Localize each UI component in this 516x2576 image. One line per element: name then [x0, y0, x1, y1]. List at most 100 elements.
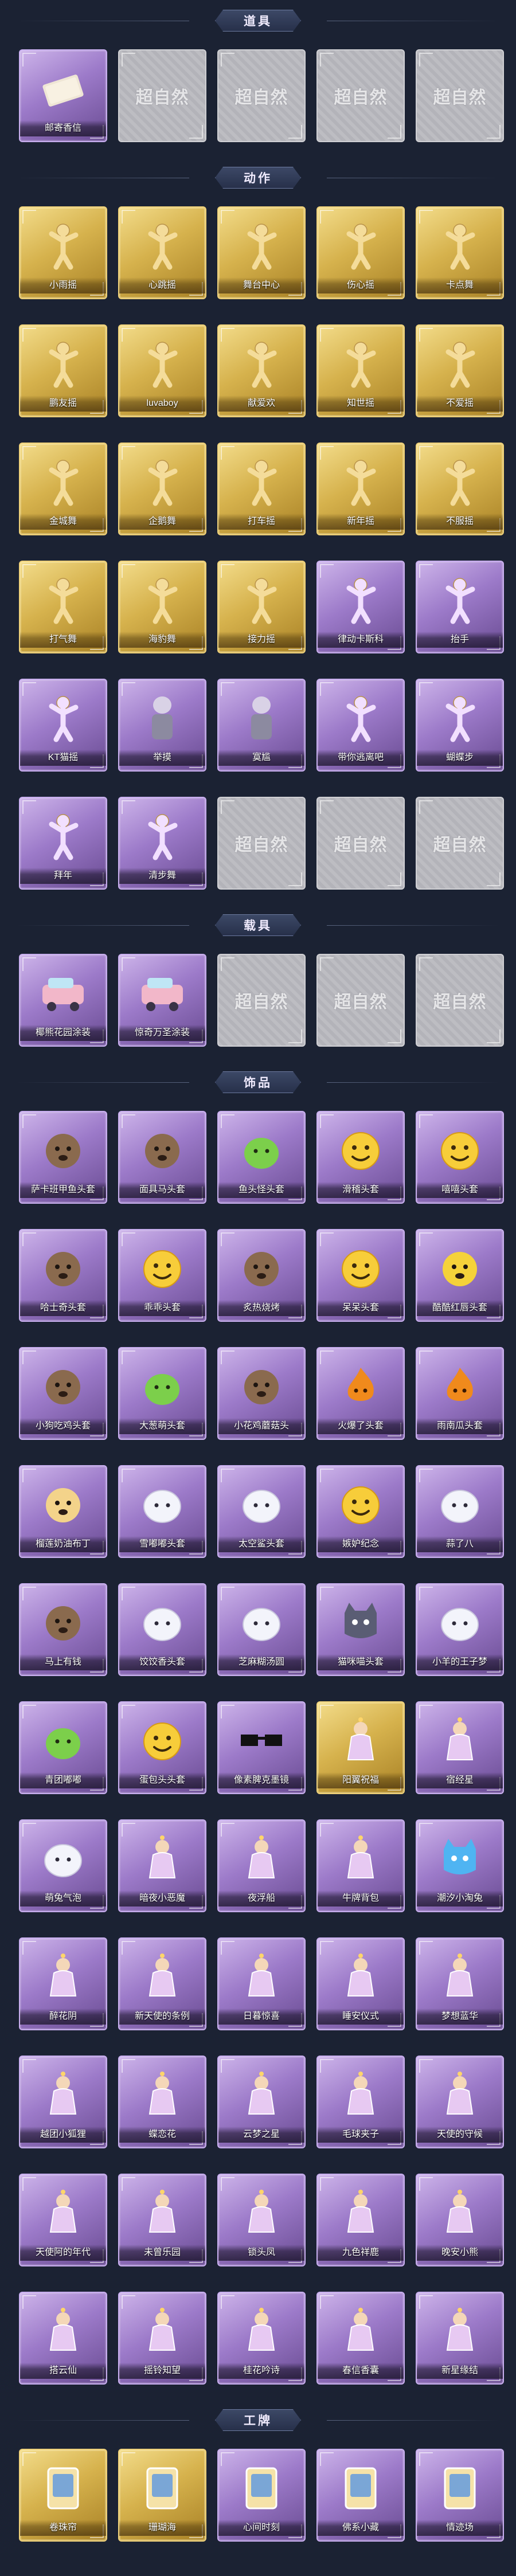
item-card[interactable]: 海豹舞 [118, 561, 206, 653]
item-card[interactable]: 小狗吃鸡头套 [19, 1347, 107, 1440]
item-card[interactable]: 锁头凤 [217, 2174, 306, 2266]
item-card[interactable]: 酷酷红唇头套 [416, 1229, 504, 1322]
item-card[interactable]: 未曾乐园 [118, 2174, 206, 2266]
item-card[interactable]: 小羊的王子梦 [416, 1583, 504, 1676]
item-card[interactable]: 萌兔气泡 [19, 1819, 107, 1912]
item-card[interactable]: 卷珠帘 [19, 2449, 107, 2542]
item-card[interactable]: 夜浮船 [217, 1819, 306, 1912]
item-card[interactable]: 金城舞 [19, 443, 107, 535]
item-card[interactable]: 邮寄香信 [19, 49, 107, 142]
item-card[interactable]: 小雨摇 [19, 206, 107, 299]
item-card[interactable]: 超自然 [416, 797, 504, 890]
item-card[interactable]: 超自然 [217, 954, 306, 1047]
item-card[interactable]: 睡安仪式 [316, 1937, 405, 2030]
item-card[interactable]: 日暮惊喜 [217, 1937, 306, 2030]
item-card[interactable]: 九色祥鹿 [316, 2174, 405, 2266]
item-card[interactable]: 天使的守候 [416, 2056, 504, 2148]
item-card[interactable]: 带你逃离吧 [316, 679, 405, 772]
item-card[interactable]: 滑稽头套 [316, 1111, 405, 1204]
item-card[interactable]: 像素脾克墨镜 [217, 1701, 306, 1794]
item-card[interactable]: 新星缘结 [416, 2292, 504, 2385]
item-card[interactable]: 春信香囊 [316, 2292, 405, 2385]
item-card[interactable]: 云梦之星 [217, 2056, 306, 2148]
item-card[interactable]: 情迹场 [416, 2449, 504, 2542]
item-card[interactable]: 太空鲨头套 [217, 1465, 306, 1558]
item-card[interactable]: 雨南瓜头套 [416, 1347, 504, 1440]
item-card[interactable]: 饺饺香头套 [118, 1583, 206, 1676]
item-card[interactable]: 小花鸡蘑菇头 [217, 1347, 306, 1440]
item-card[interactable]: 佛系小藏 [316, 2449, 405, 2542]
item-card[interactable]: 企鹅舞 [118, 443, 206, 535]
item-card[interactable]: 举摸 [118, 679, 206, 772]
item-card[interactable]: 乖乖头套 [118, 1229, 206, 1322]
item-card[interactable]: 椰熊花园涂装 [19, 954, 107, 1047]
item-card[interactable]: 超自然 [316, 49, 405, 142]
item-card[interactable]: 鱼头怪头套 [217, 1111, 306, 1204]
item-card[interactable]: 新年摇 [316, 443, 405, 535]
item-card[interactable]: 毛球夹子 [316, 2056, 405, 2148]
item-card[interactable]: 蝴蝶步 [416, 679, 504, 772]
item-card[interactable]: 珊瑚海 [118, 2449, 206, 2542]
item-card[interactable]: 摇铃知望 [118, 2292, 206, 2385]
item-card[interactable]: 蒜了八 [416, 1465, 504, 1558]
item-card[interactable]: 新天使的条例 [118, 1937, 206, 2030]
item-card[interactable]: 宿经星 [416, 1701, 504, 1794]
item-card[interactable]: 面具马头套 [118, 1111, 206, 1204]
item-card[interactable]: 超自然 [118, 49, 206, 142]
item-card[interactable]: 卡点舞 [416, 206, 504, 299]
item-card[interactable]: 越团小狐狸 [19, 2056, 107, 2148]
item-card[interactable]: 哈士奇头套 [19, 1229, 107, 1322]
item-card[interactable]: luvaboy [118, 324, 206, 417]
item-card[interactable]: KT猫摇 [19, 679, 107, 772]
item-card[interactable]: 律动卡斯科 [316, 561, 405, 653]
item-card[interactable]: 超自然 [316, 954, 405, 1047]
item-card[interactable]: 火爆了头套 [316, 1347, 405, 1440]
item-card[interactable]: 桂花吟诗 [217, 2292, 306, 2385]
item-card[interactable]: 超自然 [217, 797, 306, 890]
item-card[interactable]: 暗夜小恶魔 [118, 1819, 206, 1912]
item-card[interactable]: 呆呆头套 [316, 1229, 405, 1322]
item-card[interactable]: 芝麻糊汤圆 [217, 1583, 306, 1676]
item-card[interactable]: 牛牌背包 [316, 1819, 405, 1912]
item-card[interactable]: 知世摇 [316, 324, 405, 417]
item-card[interactable]: 伤心摇 [316, 206, 405, 299]
item-card[interactable]: 超自然 [416, 49, 504, 142]
item-card[interactable]: 炙热烧烤 [217, 1229, 306, 1322]
item-card[interactable]: 梦想蓝华 [416, 1937, 504, 2030]
item-card[interactable]: 心跳摇 [118, 206, 206, 299]
item-card[interactable]: 接力摇 [217, 561, 306, 653]
item-card[interactable]: 蝶恋花 [118, 2056, 206, 2148]
item-card[interactable]: 寞尴 [217, 679, 306, 772]
item-card[interactable]: 嫉妒纪念 [316, 1465, 405, 1558]
item-card[interactable]: 榴莲奶油布丁 [19, 1465, 107, 1558]
item-card[interactable]: 不服摇 [416, 443, 504, 535]
item-card[interactable]: 猫咪喵头套 [316, 1583, 405, 1676]
item-card[interactable]: 打车摇 [217, 443, 306, 535]
item-card[interactable]: 嘻嘻头套 [416, 1111, 504, 1204]
item-card[interactable]: 拜年 [19, 797, 107, 890]
item-card[interactable]: 不爱摇 [416, 324, 504, 417]
item-card[interactable]: 超自然 [217, 49, 306, 142]
item-card[interactable]: 马上有钱 [19, 1583, 107, 1676]
item-card[interactable]: 搭云仙 [19, 2292, 107, 2385]
item-card[interactable]: 潮汐小淘兔 [416, 1819, 504, 1912]
item-card[interactable]: 献爱欢 [217, 324, 306, 417]
item-card[interactable]: 超自然 [416, 954, 504, 1047]
item-card[interactable]: 超自然 [316, 797, 405, 890]
item-card[interactable]: 晚安小熊 [416, 2174, 504, 2266]
item-card[interactable]: 心间时刻 [217, 2449, 306, 2542]
item-card[interactable]: 抬手 [416, 561, 504, 653]
item-card[interactable]: 萨卡班甲鱼头套 [19, 1111, 107, 1204]
item-card[interactable]: 蛋包头头套 [118, 1701, 206, 1794]
item-card[interactable]: 惊奇万圣涂装 [118, 954, 206, 1047]
item-card[interactable]: 雪嘟嘟头套 [118, 1465, 206, 1558]
item-card[interactable]: 打气舞 [19, 561, 107, 653]
item-card[interactable]: 阳翼祝福 [316, 1701, 405, 1794]
item-card[interactable]: 大葱萌头套 [118, 1347, 206, 1440]
item-card[interactable]: 天使阿的年代 [19, 2174, 107, 2266]
item-card[interactable]: 青团嘟嘟 [19, 1701, 107, 1794]
item-card[interactable]: 舞台中心 [217, 206, 306, 299]
item-card[interactable]: 醉花阴 [19, 1937, 107, 2030]
item-card[interactable]: 清步舞 [118, 797, 206, 890]
item-card[interactable]: 鹏友摇 [19, 324, 107, 417]
